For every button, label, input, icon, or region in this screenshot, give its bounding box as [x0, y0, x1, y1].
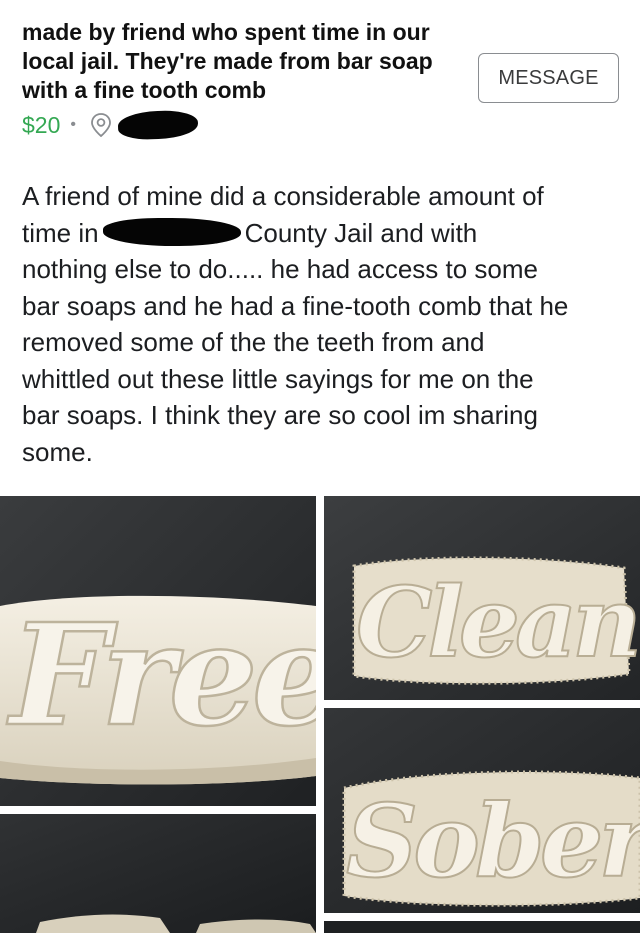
- listing-title: made by friend who spent time in our loc…: [22, 18, 462, 105]
- carved-word-clean: Clean: [356, 566, 637, 679]
- listing-title-line: made by friend who spent time in our: [22, 19, 430, 45]
- description-line: nothing else to do..... he had access to…: [22, 254, 538, 284]
- separator-dot: •: [70, 116, 76, 133]
- listing-title-line: with a fine tooth comb: [22, 77, 267, 103]
- carved-word-free: Free: [6, 594, 316, 758]
- listing-description: A friend of mine did a considerable amou…: [22, 178, 622, 470]
- message-button[interactable]: MESSAGE: [478, 53, 619, 103]
- description-text: County Jail and with: [244, 217, 478, 248]
- soap-photo-sober[interactable]: Sober: [324, 708, 640, 913]
- redacted-location-mark: [117, 109, 199, 141]
- description-line: removed some of the the teeth from and: [22, 327, 485, 357]
- description-line: A friend of mine did a considerable amou…: [22, 181, 544, 211]
- photo-strip: [324, 921, 640, 933]
- soap-photo-clean[interactable]: Clean: [324, 496, 640, 700]
- description-text: time in: [22, 217, 99, 248]
- photo-grid: Free Clean Sober: [0, 496, 640, 933]
- description-line: whittled out these little sayings for me…: [22, 363, 534, 394]
- description-line: bar soaps and he had a fine-tooth comb t…: [22, 290, 569, 321]
- soap-photo-partial[interactable]: [0, 814, 316, 933]
- listing-header: made by friend who spent time in our loc…: [0, 0, 640, 160]
- soap-photo-free[interactable]: Free: [0, 496, 316, 806]
- carved-word-sober: Sober: [346, 782, 640, 900]
- listing-title-line: local jail. They're made from bar soap: [22, 48, 433, 74]
- price-row: $20 •: [22, 109, 199, 141]
- description-line: some.: [22, 436, 93, 467]
- description-line: time in County Jail and with: [22, 215, 622, 252]
- listing-price: $20: [22, 111, 61, 138]
- description-line: bar soaps. I think they are so cool im s…: [22, 400, 538, 430]
- location-pin-icon[interactable]: [88, 112, 114, 138]
- redacted-county-mark: [102, 217, 241, 246]
